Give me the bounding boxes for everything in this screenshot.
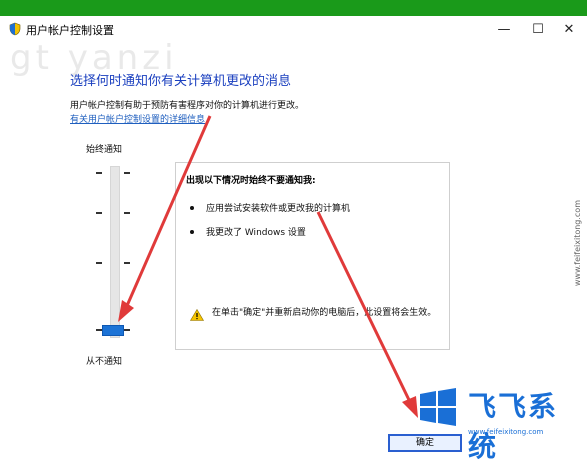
bullet-icon (190, 205, 194, 210)
description-text: 用户帐户控制有助于预防有害程序对你的计算机进行更改。 (70, 101, 305, 111)
brand-url: www.feifeixitong.com (468, 428, 544, 436)
bullet-text: 应用尝试安装软件或更改我的计算机 (206, 204, 351, 214)
minimize-button[interactable]: — (486, 16, 522, 42)
uac-details-link[interactable]: 有关用户帐户控制设置的详细信息 (70, 112, 205, 125)
slider-tick (96, 262, 102, 264)
bullet-icon (190, 229, 194, 234)
brand-logo-text: 飞飞系统 (468, 390, 559, 463)
side-watermark-url: www.feifeixitong.com (573, 200, 582, 287)
warning-row: 在单击"确定"并重新启动你的电脑后，此设置将会生效。 (190, 307, 442, 321)
close-icon: ✕ (563, 21, 575, 37)
info-panel: 出现以下情况时始终不要通知我: 应用尝试安装软件或更改我的计算机 我更改了 Wi… (175, 162, 450, 350)
slider-thumb[interactable] (102, 325, 124, 336)
page-heading: 选择何时通知你有关计算机更改的消息 (70, 74, 292, 89)
ok-button[interactable]: 确定 (388, 434, 462, 452)
slider-top-label: 始终通知 (86, 145, 123, 155)
slider-tick (124, 329, 130, 331)
panel-title: 出现以下情况时始终不要通知我: (186, 176, 316, 186)
warning-text: 在单击"确定"并重新启动你的电脑后，此设置将会生效。 (212, 308, 437, 318)
uac-settings-window: 用户帐户控制设置 — ☐ ✕ gt yanzi 选择何时通知你有关计算机更改的消… (0, 16, 587, 463)
slider-tick (96, 212, 102, 214)
list-item: 应用尝试安装软件或更改我的计算机 (190, 201, 350, 214)
windows-logo-icon (420, 388, 456, 426)
window-title: 用户帐户控制设置 (26, 24, 114, 37)
close-button[interactable]: ✕ (551, 16, 587, 42)
shield-icon (9, 22, 21, 36)
minimize-icon: — (497, 21, 511, 37)
notification-slider-track[interactable] (110, 166, 120, 338)
arrow-head-slider (118, 300, 134, 322)
slider-tick (124, 172, 130, 174)
warning-icon (190, 309, 204, 321)
arrow-head-ok (402, 396, 418, 418)
maximize-icon: ☐ (532, 21, 544, 37)
bullet-text: 我更改了 Windows 设置 (206, 228, 306, 238)
list-item: 我更改了 Windows 设置 (190, 225, 306, 238)
slider-tick (96, 172, 102, 174)
slider-tick (124, 212, 130, 214)
slider-tick (124, 262, 130, 264)
slider-bottom-label: 从不通知 (86, 357, 123, 367)
top-green-bar (0, 0, 587, 16)
